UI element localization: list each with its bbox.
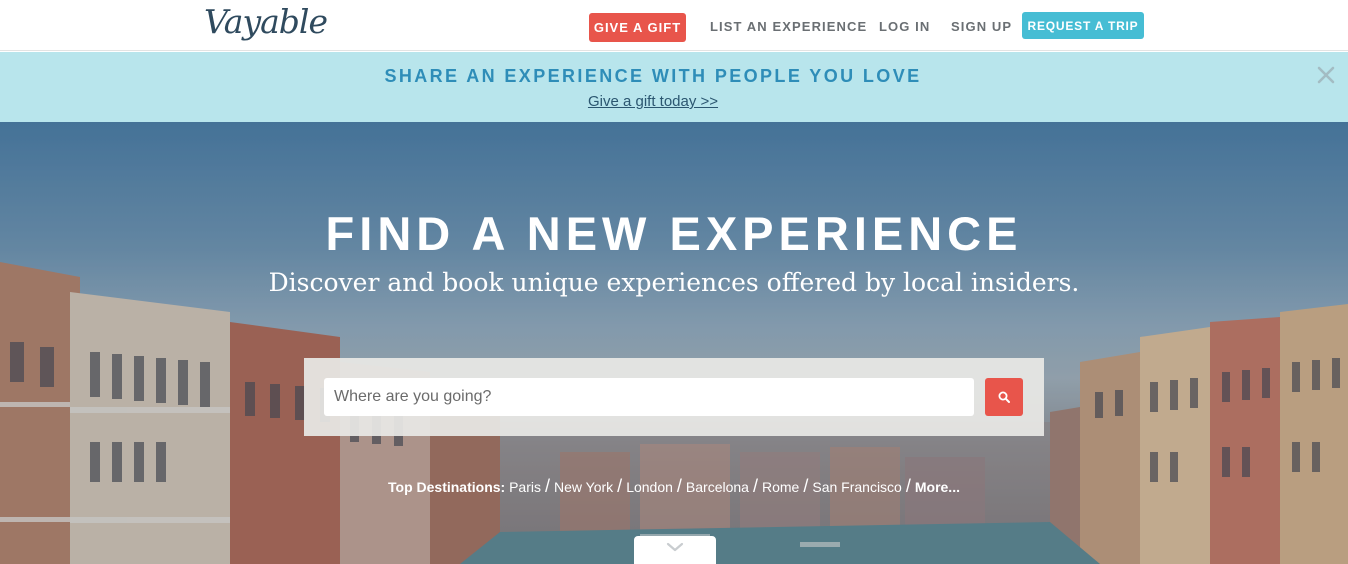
more-destinations-link[interactable]: More...	[915, 479, 960, 495]
vayable-logo[interactable]: Vayable	[204, 2, 328, 41]
top-destinations-label: Top Destinations:	[388, 479, 510, 495]
destination-link-new-york[interactable]: New York	[554, 479, 613, 495]
request-trip-button[interactable]: REQUEST A TRIP	[1022, 12, 1144, 39]
scroll-down-button[interactable]	[634, 536, 716, 564]
search-icon	[998, 391, 1010, 403]
search-panel	[304, 358, 1044, 436]
close-icon[interactable]	[1314, 63, 1338, 87]
destination-search-input[interactable]	[324, 378, 974, 416]
give-gift-today-link[interactable]: Give a gift today >>	[0, 93, 1306, 110]
destination-link-san-francisco[interactable]: San Francisco	[812, 479, 901, 495]
destination-link-rome[interactable]: Rome	[762, 479, 799, 495]
banner-headline: SHARE AN EXPERIENCE WITH PEOPLE YOU LOVE	[384, 66, 922, 86]
destination-link-barcelona[interactable]: Barcelona	[686, 479, 749, 495]
destination-link-london[interactable]: London	[626, 479, 673, 495]
chevron-down-icon	[666, 542, 684, 552]
destination-link-paris[interactable]: Paris	[509, 479, 541, 495]
log-in-link[interactable]: LOG IN	[879, 19, 930, 34]
top-nav: Vayable GIVE A GIFT LIST AN EXPERIENCE L…	[0, 0, 1348, 51]
top-destinations: Top Destinations: Paris / New York / London /…	[388, 476, 960, 496]
sign-up-link[interactable]: SIGN UP	[951, 19, 1012, 34]
hero-section: FIND A NEW EXPERIENCE Discover and book …	[0, 122, 1348, 564]
give-gift-button[interactable]: GIVE A GIFT	[589, 13, 686, 42]
search-button[interactable]	[985, 378, 1023, 416]
hero-subtitle: Discover and book unique experiences off…	[268, 268, 1080, 297]
promo-banner: SHARE AN EXPERIENCE WITH PEOPLE YOU LOVE…	[0, 52, 1348, 122]
hero-background-image	[0, 122, 1348, 564]
hero-title: FIND A NEW EXPERIENCE	[325, 207, 1023, 260]
list-experience-link[interactable]: LIST AN EXPERIENCE	[710, 19, 867, 34]
